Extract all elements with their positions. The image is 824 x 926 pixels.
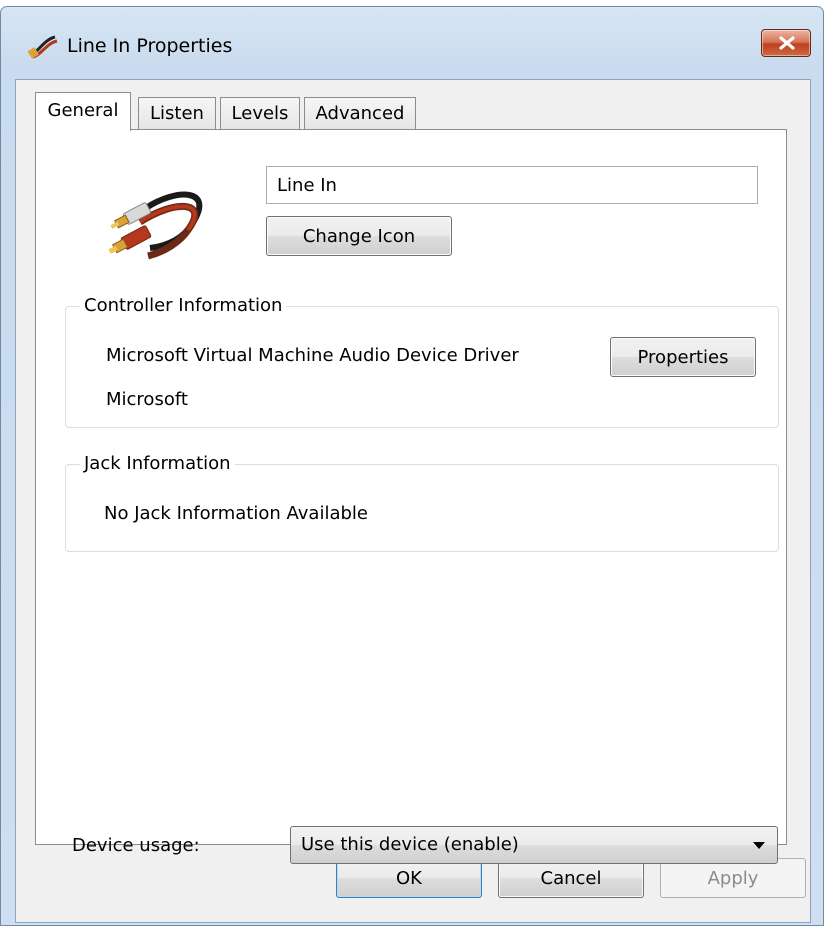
tab-advanced[interactable]: Advanced — [304, 97, 416, 130]
change-icon-button[interactable]: Change Icon — [266, 216, 452, 256]
close-button[interactable] — [761, 29, 811, 57]
title-bar[interactable]: Line In Properties — [1, 7, 823, 81]
rca-cable-icon — [108, 191, 203, 260]
window-title: Line In Properties — [67, 35, 233, 57]
tab-general[interactable]: General — [35, 92, 131, 131]
device-usage-value: Use this device (enable) — [301, 834, 519, 855]
dialog-client-area: General Listen Levels Advanced Line In C… — [15, 79, 811, 923]
audio-cable-icon — [27, 35, 58, 59]
properties-window: Line In Properties General Listen Levels… — [0, 6, 824, 926]
jack-info-title: Jack Information — [80, 453, 235, 475]
manufacturer-name: Microsoft — [106, 389, 188, 410]
jack-info-text: No Jack Information Available — [104, 503, 368, 524]
tab-levels[interactable]: Levels — [220, 97, 300, 130]
apply-button[interactable]: Apply — [660, 858, 806, 898]
ok-button[interactable]: OK — [336, 858, 482, 898]
controller-info-group: Controller Information Microsoft Virtual… — [65, 295, 779, 428]
properties-button[interactable]: Properties — [610, 337, 756, 377]
device-usage-label: Device usage: — [72, 835, 200, 856]
dropdown-arrow-icon — [753, 842, 765, 849]
tab-listen[interactable]: Listen — [138, 97, 216, 130]
controller-info-title: Controller Information — [80, 295, 287, 317]
device-usage-select[interactable]: Use this device (enable) — [290, 826, 778, 864]
jack-info-group: Jack Information No Jack Information Ava… — [65, 453, 779, 552]
general-tab-panel: Change Icon Controller Information Micro… — [35, 129, 787, 864]
driver-name: Microsoft Virtual Machine Audio Device D… — [106, 345, 519, 366]
close-icon — [779, 36, 795, 50]
cancel-button[interactable]: Cancel — [498, 858, 644, 898]
device-name-input[interactable] — [266, 166, 758, 204]
